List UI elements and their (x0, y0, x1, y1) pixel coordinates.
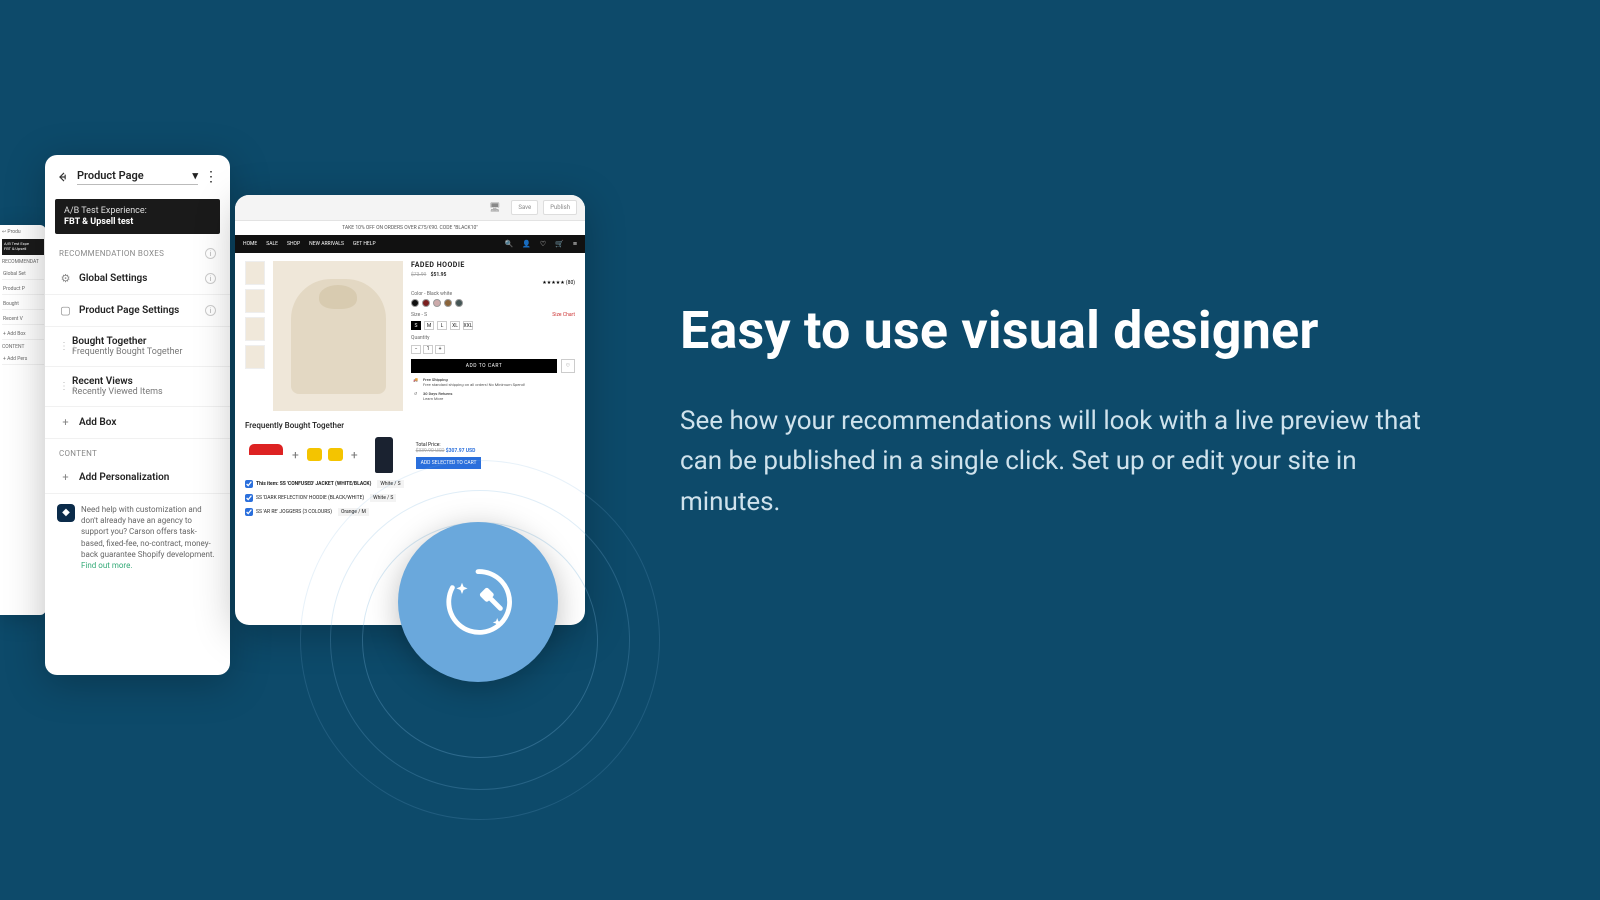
checkbox[interactable] (245, 508, 253, 516)
fbt-heading: Frequently Bought Together (245, 421, 575, 430)
shield-icon: ◆ (57, 504, 75, 522)
qty-label: Quantity (411, 335, 575, 341)
thumbnail[interactable] (245, 289, 265, 313)
menu-icon[interactable]: ≡ (573, 240, 577, 248)
size-option[interactable]: XXL (463, 321, 473, 330)
color-label: Color - Black white (411, 291, 575, 297)
gear-icon: ⚙ (59, 272, 72, 285)
back-icon[interactable] (57, 170, 71, 184)
nav-link[interactable]: SALE (266, 241, 278, 247)
return-icon: ↺ (411, 391, 420, 401)
fbt-item-row[interactable]: SS 'AR RE' JOGGERS (3 COLOURS)Orange / M (245, 508, 575, 516)
add-to-cart-button[interactable]: ADD TO CART (411, 359, 557, 373)
help-box: ◆ Need help with customization and don't… (57, 504, 218, 571)
swatch[interactable] (444, 299, 452, 307)
page-settings-row[interactable]: ▢ Product Page Settings i (45, 295, 230, 327)
old-total: $339.90 USD (416, 448, 445, 454)
checkbox[interactable] (245, 494, 253, 502)
fbt-item-row[interactable]: This item: SS 'CONFUSED' JACKET (WHITE/B… (245, 480, 575, 488)
editor-panel-background: ↩ Produ A/B Test ExpeFBT & Upsell RECOMM… (0, 225, 46, 615)
old-price: $73.99 (411, 272, 426, 278)
rec-heading: RECOMMENDATION BOXES (59, 249, 164, 258)
add-personalization-button[interactable]: + Add Personalization (45, 462, 230, 494)
add-selected-button[interactable]: ADD SELECTED TO CART (416, 457, 482, 469)
help-link[interactable]: Find out more. (81, 561, 132, 570)
size-chart-link[interactable]: Size Chart (552, 312, 575, 318)
size-option[interactable]: L (437, 321, 447, 330)
magic-wand-icon (438, 562, 518, 642)
ab-test-banner[interactable]: A/B Test Experience: FBT & Upsell test (55, 199, 220, 234)
preview-toolbar: 🖥 Save Publish (235, 195, 585, 221)
heart-icon[interactable]: ♡ (561, 359, 575, 373)
add-box-button[interactable]: + Add Box (45, 407, 230, 439)
store-nav: HOME SALE SHOP NEW ARRIVALS GET HELP 🔍 👤… (235, 235, 585, 253)
plus-icon: + (351, 448, 358, 462)
marketing-body: See how your recommendations will look w… (680, 401, 1440, 522)
swatch[interactable] (411, 299, 419, 307)
swatch[interactable] (433, 299, 441, 307)
price: $51.95 (431, 272, 447, 278)
chevron-down-icon: ▾ (192, 169, 198, 182)
size-label: Size - S (411, 312, 427, 318)
qty-plus[interactable]: + (435, 345, 445, 354)
info-icon[interactable]: i (205, 273, 216, 284)
cart-icon[interactable]: 🛒 (555, 240, 564, 248)
heart-icon[interactable]: ♡ (540, 240, 546, 248)
page-icon: ▢ (59, 304, 72, 317)
box-recent-views[interactable]: ⋮⋮ Recent Views Recently Viewed Items (45, 367, 230, 407)
save-button[interactable]: Save (511, 200, 538, 215)
size-option[interactable]: XL (450, 321, 460, 330)
plus-icon: + (59, 471, 72, 484)
editor-panel: Product Page ▾ ⋮ A/B Test Experience: FB… (45, 155, 230, 675)
box-bought-together[interactable]: ⋮⋮ Bought Together Frequently Bought Tog… (45, 327, 230, 367)
new-total: $307.97 USD (446, 448, 476, 454)
checkbox[interactable] (245, 480, 253, 488)
marketing-headline: Easy to use visual designer (680, 300, 1440, 361)
nav-link[interactable]: SHOP (287, 241, 300, 247)
truck-icon: 🚚 (411, 377, 420, 387)
info-icon[interactable]: i (205, 248, 216, 259)
search-icon[interactable]: 🔍 (504, 240, 513, 248)
drag-handle-icon[interactable]: ⋮⋮ (59, 381, 67, 392)
info-icon[interactable]: i (205, 305, 216, 316)
desktop-icon[interactable]: 🖥 (483, 200, 506, 216)
nav-link[interactable]: GET HELP (353, 241, 376, 247)
magic-wand-badge (398, 522, 558, 682)
rating[interactable]: ★★★★★ (80) (411, 280, 575, 286)
product-title: FADED HOODIE (411, 261, 575, 269)
page-select-dropdown[interactable]: Product Page ▾ (77, 169, 198, 185)
plus-icon: + (292, 448, 299, 462)
size-option[interactable]: S (411, 321, 421, 330)
account-icon[interactable]: 👤 (522, 240, 531, 248)
thumbnail-strip (245, 261, 265, 411)
size-option[interactable]: M (424, 321, 434, 330)
fbt-product[interactable] (304, 436, 346, 474)
fbt-product[interactable] (363, 436, 405, 474)
fbt-item-row[interactable]: SS 'DARK REFLECTION' HOODIE (BLACK/WHITE… (245, 494, 575, 502)
thumbnail[interactable] (245, 345, 265, 369)
nav-link[interactable]: NEW ARRIVALS (309, 241, 344, 247)
plus-icon: + (59, 416, 72, 429)
nav-link[interactable]: HOME (243, 241, 257, 247)
color-swatches (411, 299, 575, 307)
thumbnail[interactable] (245, 261, 265, 285)
fbt-product[interactable] (245, 436, 287, 474)
publish-button[interactable]: Publish (543, 200, 577, 215)
qty-value: 1 (423, 345, 433, 354)
swatch[interactable] (422, 299, 430, 307)
drag-handle-icon[interactable]: ⋮⋮ (59, 341, 67, 352)
global-settings-row[interactable]: ⚙ Global Settings i (45, 263, 230, 295)
product-hero-image[interactable] (273, 261, 403, 411)
content-heading: CONTENT (59, 449, 97, 458)
promo-banner: TAKE 10% OFF ON ORDERS OVER £75/€90. COD… (235, 221, 585, 235)
qty-minus[interactable]: − (411, 345, 421, 354)
thumbnail[interactable] (245, 317, 265, 341)
swatch[interactable] (455, 299, 463, 307)
